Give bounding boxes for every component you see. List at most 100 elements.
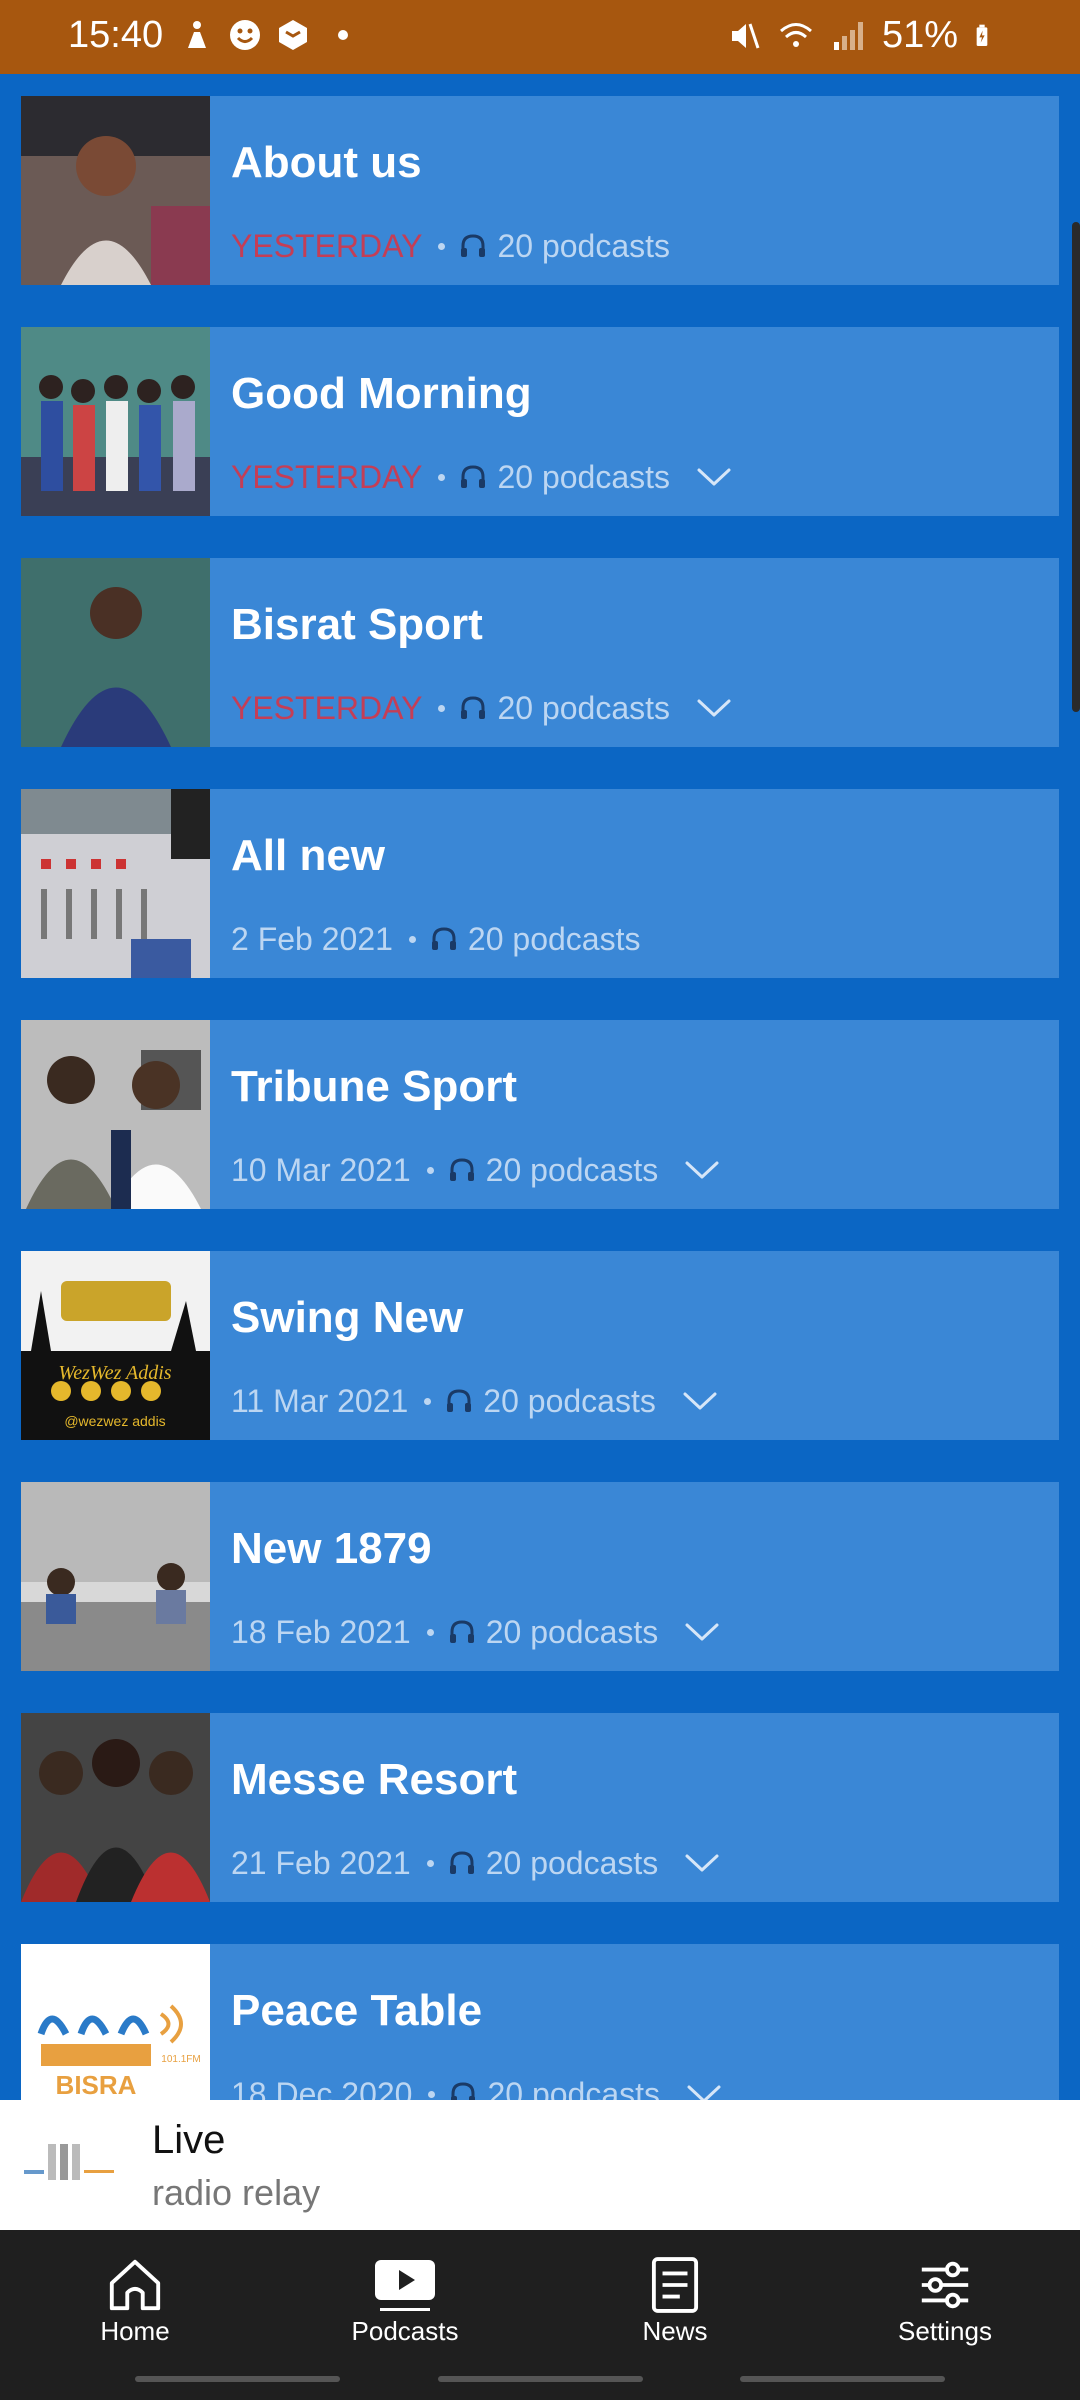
notification-icons — [180, 18, 348, 52]
nav-news[interactable]: News — [565, 2230, 785, 2350]
podcast-title: Messe Resort — [231, 1755, 518, 1804]
podcast-count: 20 podcasts — [485, 1613, 659, 1650]
podcast-meta: YESTERDAY 20 podcasts — [231, 688, 732, 728]
headphones-icon — [461, 465, 486, 488]
svg-text:101.1FM: 101.1FM — [161, 2054, 200, 2065]
podcast-title: Swing New — [231, 1293, 464, 1342]
podcast-count: 20 podcasts — [485, 1151, 659, 1188]
chevron-down-icon[interactable] — [684, 1621, 720, 1643]
podcast-title: All new — [231, 831, 386, 880]
podcast-thumbnail — [21, 1713, 210, 1902]
play-icon — [375, 2260, 435, 2300]
podcast-count: 20 podcasts — [497, 458, 671, 495]
gesture-home[interactable] — [438, 2376, 643, 2382]
podcast-meta: YESTERDAY 20 podcasts — [231, 457, 732, 497]
svg-text:@wezwez addis: @wezwez addis — [64, 1413, 165, 1429]
podcast-title: Bisrat Sport — [231, 600, 483, 649]
nav-settings-label: Settings — [898, 2316, 992, 2346]
battery-level: 51% — [881, 14, 958, 56]
chevron-down-icon[interactable] — [696, 697, 732, 719]
podcast-date: 18 Feb 2021 — [231, 1613, 411, 1650]
podcast-count: 20 podcasts — [485, 1844, 659, 1881]
mini-player[interactable]: Live radio relay — [0, 2100, 1080, 2230]
system-gesture-bar — [0, 2350, 1080, 2400]
podcast-thumbnail — [21, 327, 210, 516]
podcast-card[interactable]: About us YESTERDAY 20 podcasts — [21, 96, 1059, 285]
meta-separator — [428, 2090, 436, 2098]
meta-separator — [424, 1397, 432, 1405]
status-bar: 15:40 51% — [0, 0, 1080, 74]
status-time: 15:40 — [68, 14, 164, 56]
podcast-title: About us — [231, 138, 422, 187]
chevron-down-icon[interactable] — [696, 466, 732, 488]
podcast-thumbnail — [21, 1020, 210, 1209]
headphones-icon — [447, 1389, 472, 1412]
news-icon — [651, 2257, 699, 2313]
nav-podcasts[interactable]: Podcasts — [295, 2230, 515, 2350]
podcast-card[interactable]: All new 2 Feb 2021 20 podcasts — [21, 789, 1059, 978]
headphones-icon — [449, 1158, 474, 1181]
mute-icon — [726, 18, 762, 54]
podcast-title: New 1879 — [231, 1524, 432, 1573]
gesture-recents[interactable] — [135, 2376, 340, 2382]
podcast-meta: 2 Feb 2021 20 podcasts — [231, 919, 640, 959]
podcast-card[interactable]: WezWez Addis @wezwez addis Swing New 11 Mar… — [21, 1251, 1059, 1440]
chevron-down-icon[interactable] — [682, 1390, 718, 1412]
meta-separator — [438, 242, 446, 250]
mini-player-logo — [20, 2130, 120, 2200]
meta-separator — [438, 704, 446, 712]
podcast-meta: 21 Feb 2021 20 podcasts — [231, 1843, 720, 1883]
podcast-thumbnail — [21, 789, 210, 978]
nav-active-indicator — [380, 2308, 430, 2311]
podcast-card[interactable]: Tribune Sport 10 Mar 2021 20 podcasts — [21, 1020, 1059, 1209]
podcast-count: 20 podcasts — [497, 689, 671, 726]
podcast-thumbnail — [21, 558, 210, 747]
nav-podcasts-label: Podcasts — [351, 2316, 459, 2346]
mini-player-title: Live — [152, 2118, 226, 2162]
meta-separator — [426, 1166, 434, 1174]
podcast-card[interactable]: Good Morning YESTERDAY 20 podcasts — [21, 327, 1059, 516]
signal-icon — [830, 18, 866, 54]
meta-separator — [408, 935, 416, 943]
battery-charging-icon — [974, 18, 1010, 54]
settings-icon — [921, 2261, 969, 2309]
podcast-date: 21 Feb 2021 — [231, 1844, 411, 1881]
accessibility-icon — [180, 18, 214, 52]
podcast-date: 11 Mar 2021 — [231, 1382, 409, 1419]
wifi-icon — [778, 18, 814, 54]
chevron-down-icon[interactable] — [684, 1852, 720, 1874]
podcast-thumbnail: WezWez Addis @wezwez addis — [21, 1251, 210, 1440]
meta-separator — [426, 1628, 434, 1636]
meta-separator — [438, 473, 446, 481]
podcast-count: 20 podcasts — [467, 920, 641, 957]
home-icon — [109, 2259, 161, 2311]
podcast-card[interactable]: Bisrat Sport YESTERDAY 20 podcasts — [21, 558, 1059, 747]
podcast-title: Tribune Sport — [231, 1062, 517, 1111]
podcast-card[interactable]: New 1879 18 Feb 2021 20 podcasts — [21, 1482, 1059, 1671]
mini-player-subtitle: radio relay — [152, 2172, 321, 2213]
podcast-count: 20 podcasts — [483, 1382, 656, 1419]
svg-text:WezWez Addis: WezWez Addis — [58, 1362, 171, 1384]
headphones-icon — [449, 1851, 474, 1874]
app-notification-icon — [276, 18, 310, 52]
nav-settings[interactable]: Settings — [835, 2230, 1055, 2350]
podcast-title: Good Morning — [231, 369, 532, 418]
svg-text:BISRA: BISRA — [56, 2070, 137, 2100]
podcast-meta: 10 Mar 2021 20 podcasts — [231, 1150, 720, 1190]
podcast-meta: 11 Mar 2021 20 podcasts — [231, 1381, 718, 1421]
chevron-down-icon[interactable] — [684, 1159, 720, 1181]
list-scrollbar[interactable] — [1072, 222, 1080, 712]
podcast-card[interactable]: Messe Resort 21 Feb 2021 20 podcasts — [21, 1713, 1059, 1902]
podcast-count: 20 podcasts — [497, 227, 671, 264]
status-right: 51% — [726, 14, 1010, 57]
bottom-navigation: Home Podcasts News Settings — [0, 2230, 1080, 2350]
podcast-date: YESTERDAY — [231, 227, 423, 264]
podcast-date: YESTERDAY — [231, 458, 423, 495]
gesture-back[interactable] — [740, 2376, 945, 2382]
podcast-title: Peace Table — [231, 1986, 483, 2035]
headphones-icon — [449, 1620, 474, 1643]
nav-home[interactable]: Home — [25, 2230, 245, 2350]
podcast-meta: 18 Feb 2021 20 podcasts — [231, 1612, 720, 1652]
more-notifications-dot — [338, 30, 348, 40]
headphones-icon — [431, 927, 456, 950]
